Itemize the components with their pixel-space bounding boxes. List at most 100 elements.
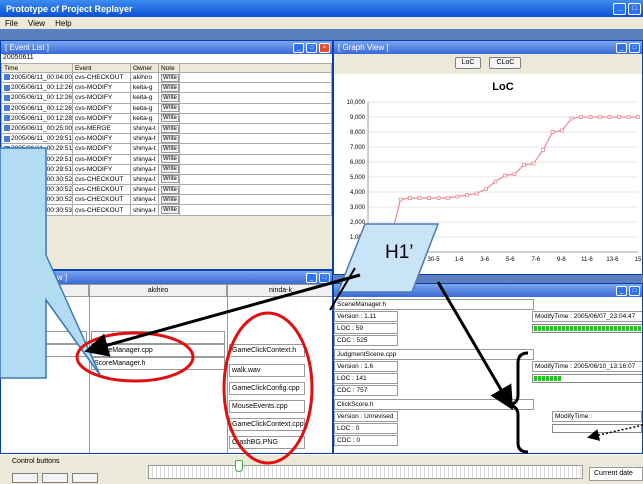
row-expand-icon[interactable] xyxy=(4,104,10,111)
event-list-titlebar[interactable]: [ Event List ] _ □ × xyxy=(1,41,332,54)
event-row[interactable]: 2005/06/11_00:30:52 cvs-CHECKOUT shinya-t W… xyxy=(1,184,332,196)
row-expand-icon[interactable] xyxy=(4,74,10,81)
row-expand-icon[interactable] xyxy=(4,125,10,132)
chart-title: LoC xyxy=(492,81,513,93)
maximize-icon[interactable]: □ xyxy=(306,42,317,53)
file-item-scoremanager-h[interactable]: ScoreManager.h xyxy=(91,357,225,370)
row-expand-icon[interactable] xyxy=(4,94,10,101)
file-item-gameclickconfig-cpp[interactable]: GameClickConfig.cpp xyxy=(229,382,305,395)
minimize-icon[interactable]: _ xyxy=(306,272,317,283)
event-comment-field[interactable] xyxy=(178,71,332,84)
row-expand-icon[interactable] xyxy=(4,84,10,91)
col-note[interactable]: Note xyxy=(157,63,180,73)
maximize-icon[interactable]: □ xyxy=(319,272,330,283)
event-comment-field[interactable] xyxy=(178,143,332,155)
event-comment-field[interactable] xyxy=(178,82,332,94)
write-button[interactable]: Write xyxy=(160,165,179,174)
x-tick-label: 13-6 xyxy=(606,257,619,263)
member-view-titlebar[interactable]: [ Memberp View ] _ □ xyxy=(1,271,332,284)
event-comment-field[interactable] xyxy=(178,163,332,175)
write-button[interactable]: Write xyxy=(160,206,179,215)
event-row[interactable]: 2005/06/11_00:04:00 cvs-CHECKOUT akihiro Wr… xyxy=(1,71,332,84)
menu-file[interactable]: File xyxy=(5,19,18,28)
write-button[interactable]: Write xyxy=(160,73,179,82)
write-button[interactable]: Write xyxy=(160,185,179,194)
event-comment-field[interactable] xyxy=(178,92,332,104)
timeline-slider-thumb[interactable] xyxy=(235,460,243,472)
event-comment-field[interactable] xyxy=(178,194,332,206)
minimize-icon[interactable]: _ xyxy=(616,42,627,53)
control-button[interactable] xyxy=(72,473,98,483)
event-row[interactable]: 2005/06/11_00:29:51 cvs-MODIFY shinya-t Wri… xyxy=(1,143,332,155)
event-comment-field[interactable] xyxy=(178,112,332,124)
minimize-icon[interactable]: _ xyxy=(293,42,304,53)
event-row[interactable]: 2005/06/11_00:29:51 cvs-MODIFY shinya-t Wri… xyxy=(1,133,332,145)
row-expand-icon[interactable] xyxy=(4,115,10,122)
write-button[interactable]: Write xyxy=(160,104,179,113)
maximize-icon[interactable]: □ xyxy=(629,42,640,53)
write-button[interactable]: Write xyxy=(160,134,179,143)
write-button[interactable]: Write xyxy=(160,144,179,153)
timeline-slider[interactable] xyxy=(148,465,583,479)
event-comment-field[interactable] xyxy=(178,184,332,196)
event-comment-field[interactable] xyxy=(178,173,332,186)
event-row[interactable]: 2005/06/11_00:29:51 cvs-MODIFY shinya-t Wri… xyxy=(1,163,332,175)
row-expand-icon[interactable] xyxy=(4,186,10,193)
event-comment-field[interactable] xyxy=(178,133,332,145)
cloc-button[interactable]: CLoC xyxy=(489,57,522,69)
event-row[interactable]: 2005/06/11_00:25:00 cvs-MERGE shinya-t Writ… xyxy=(1,122,332,135)
row-expand-icon[interactable] xyxy=(4,135,10,142)
event-type: cvs-MODIFY xyxy=(71,163,131,175)
event-row[interactable]: 2005/06/11_00:12:26 cvs-MODIFY keita-g Writ… xyxy=(1,92,332,104)
event-comment-field[interactable] xyxy=(178,204,332,216)
write-button[interactable]: Write xyxy=(160,93,179,102)
event-row[interactable]: 2005/06/11_00:30:53 cvs-CHECKOUT shinya-t W… xyxy=(1,204,332,216)
file-item-crashbg-png[interactable]: CrashBG.PNG xyxy=(229,436,305,449)
control-button[interactable] xyxy=(12,473,38,483)
file-item-mouseevents-cpp[interactable]: MouseEvents.cpp xyxy=(229,400,305,413)
write-button[interactable]: Write xyxy=(160,155,179,164)
event-comment-field[interactable] xyxy=(178,153,332,165)
event-row[interactable]: 2005/06/11_00:12:26 cvs-MODIFY keita-g Writ… xyxy=(1,102,332,114)
event-row[interactable]: 2005/06/11_00:12:28 cvs-MODIFY keita-g Writ… xyxy=(1,112,332,124)
row-expand-icon[interactable] xyxy=(4,196,10,203)
row-expand-icon[interactable] xyxy=(4,155,10,162)
event-row[interactable]: 2005/06/11_00:12:26 cvs-MODIFY keita-g Writ… xyxy=(1,82,332,94)
write-button[interactable]: Write xyxy=(160,195,179,204)
event-type: cvs-MODIFY xyxy=(71,143,131,155)
menu-view[interactable]: View xyxy=(28,19,45,28)
write-button[interactable]: Write xyxy=(160,124,179,133)
write-button[interactable]: Write xyxy=(160,83,179,92)
col-event[interactable]: Event xyxy=(71,63,131,73)
graph-view-titlebar[interactable]: [ Graph View ] _ □ xyxy=(334,41,642,54)
minimize-icon[interactable]: _ xyxy=(613,2,626,15)
loc-button[interactable]: LoC xyxy=(454,57,482,69)
write-button[interactable]: Write xyxy=(160,175,179,184)
control-button[interactable] xyxy=(42,473,68,483)
file-view-frame: _ □ SceneManager.h Version : 1.11 LOC : … xyxy=(333,283,643,454)
file-item-gameclickcontext-h[interactable]: GameClickContext.h xyxy=(229,344,305,357)
minimize-icon[interactable]: _ xyxy=(616,285,627,296)
row-expand-icon[interactable] xyxy=(4,176,10,183)
maximize-icon[interactable]: □ xyxy=(628,2,641,15)
row-expand-icon[interactable] xyxy=(4,145,10,152)
event-row[interactable]: 2005/06/11_00:30:52 cvs-CHECKOUT shinya-t W… xyxy=(1,173,332,186)
col-time[interactable]: Time xyxy=(1,63,73,73)
menu-help[interactable]: Help xyxy=(55,19,71,28)
event-row[interactable]: 2005/06/11_00:29:51 cvs-MODIFY shinya-t Wri… xyxy=(1,153,332,165)
file-item-gameclickcontext-cpp[interactable]: GameClickContext.cpp xyxy=(229,418,305,431)
event-comment-field[interactable] xyxy=(178,122,332,135)
main-window: Prototype of Project Replayer _ □ File V… xyxy=(0,0,643,484)
file-item-scoremanager-cpp[interactable]: ScoreManager.cpp xyxy=(91,344,225,357)
row-expand-icon[interactable] xyxy=(4,166,10,173)
file-view-titlebar[interactable]: _ □ xyxy=(334,284,642,297)
event-row[interactable]: 2005/06/11_00:30:52 cvs-CHECKOUT shinya-t W… xyxy=(1,194,332,206)
col-owner[interactable]: Owner xyxy=(129,63,159,73)
maximize-icon[interactable]: □ xyxy=(629,285,640,296)
write-button[interactable]: Write xyxy=(160,114,179,123)
file-item-walk-wav[interactable]: walk.wav xyxy=(229,364,305,377)
event-note: Write xyxy=(157,122,180,135)
event-comment-field[interactable] xyxy=(178,102,332,114)
row-expand-icon[interactable] xyxy=(4,206,10,213)
close-icon[interactable]: × xyxy=(319,42,330,53)
